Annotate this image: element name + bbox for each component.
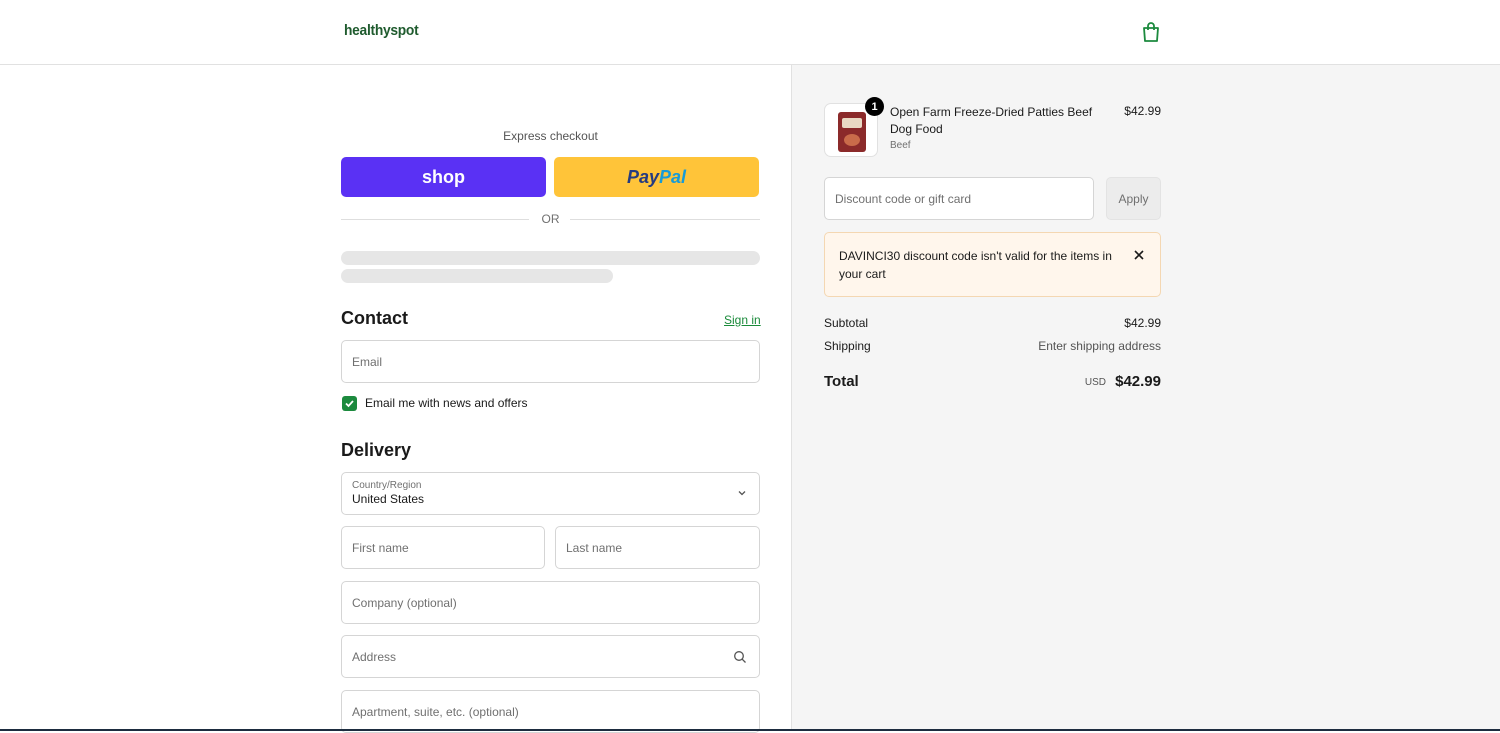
loading-skeleton-line: [341, 269, 613, 283]
discount-error-alert: DAVINCI30 discount code isn't valid for …: [824, 232, 1161, 297]
chevron-down-icon: [738, 491, 746, 496]
paypal-label-pay: Pay: [626, 166, 659, 187]
country-label: Country/Region: [352, 480, 422, 491]
shop-pay-label: shop: [422, 166, 465, 187]
apartment-field[interactable]: Apartment, suite, etc. (optional): [341, 690, 760, 733]
newsletter-checkbox[interactable]: [342, 396, 357, 411]
apartment-placeholder: Apartment, suite, etc. (optional): [352, 704, 519, 719]
country-select[interactable]: Country/Region United States: [341, 472, 760, 515]
email-field[interactable]: Email: [341, 340, 760, 383]
header: healthyspot: [0, 0, 1500, 65]
total-value: $42.99: [1115, 373, 1161, 390]
order-summary-panel: [791, 65, 1500, 731]
or-divider: OR: [341, 212, 760, 228]
shopping-bag-icon[interactable]: [1141, 21, 1161, 43]
newsletter-label: Email me with news and offers: [365, 396, 528, 410]
company-placeholder: Company (optional): [352, 595, 457, 610]
shipping-value: Enter shipping address: [1038, 339, 1161, 353]
total-currency: USD: [1084, 377, 1106, 388]
shop-pay-button[interactable]: shop: [341, 157, 546, 197]
discount-code: DAVINCI30: [839, 249, 901, 263]
last-name-field[interactable]: Last name: [555, 526, 760, 569]
checkmark-icon: [345, 400, 354, 408]
product-price: $42.99: [1124, 104, 1161, 118]
total-row: Total USD $42.99: [824, 373, 1161, 393]
product-image: [838, 112, 866, 152]
first-name-field[interactable]: First name: [341, 526, 545, 569]
country-value: United States: [352, 492, 425, 506]
loading-skeleton-line: [341, 251, 760, 265]
product-name: Open Farm Freeze-Dried Patties Beef Dog …: [890, 105, 1093, 136]
product-variant: Beef: [890, 140, 911, 151]
store-logo[interactable]: healthyspot: [344, 22, 419, 39]
shipping-label: Shipping: [824, 339, 871, 353]
apply-discount-button[interactable]: Apply: [1106, 177, 1161, 220]
subtotal-label: Subtotal: [824, 316, 869, 330]
contact-heading: Contact: [341, 308, 408, 328]
email-placeholder: Email: [352, 354, 383, 369]
shipping-row: Shipping Enter shipping address: [824, 339, 1161, 353]
discount-code-field[interactable]: Discount code or gift card: [824, 177, 1094, 220]
company-field[interactable]: Company (optional): [341, 581, 760, 624]
paypal-button[interactable]: Pay Pal: [554, 157, 759, 197]
paypal-label-pal: Pal: [659, 166, 687, 187]
close-icon[interactable]: [1133, 249, 1145, 261]
quantity-badge: 1: [865, 97, 884, 116]
subtotal-value: $42.99: [1124, 316, 1161, 330]
sign-in-link[interactable]: Sign in: [724, 313, 761, 327]
search-icon: [734, 651, 746, 663]
divider-line-right: [570, 219, 760, 220]
last-name-placeholder: Last name: [566, 540, 623, 555]
alert-message: DAVINCI30 discount code isn't valid for …: [839, 247, 1119, 283]
discount-placeholder: Discount code or gift card: [835, 191, 972, 206]
delivery-heading: Delivery: [341, 440, 412, 460]
express-checkout-label: Express checkout: [503, 129, 598, 143]
total-label: Total: [824, 373, 859, 390]
address-field[interactable]: Address: [341, 635, 760, 678]
subtotal-row: Subtotal $42.99: [824, 316, 1161, 330]
address-placeholder: Address: [352, 649, 397, 664]
first-name-placeholder: First name: [352, 540, 409, 555]
